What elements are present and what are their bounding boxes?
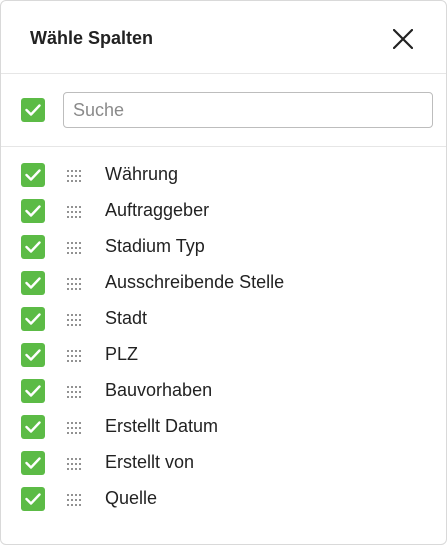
search-input[interactable] bbox=[63, 92, 433, 128]
close-button[interactable] bbox=[387, 23, 419, 55]
column-label: Stadt bbox=[105, 308, 148, 328]
column-checkbox[interactable] bbox=[21, 487, 45, 511]
column-label: Währung bbox=[105, 164, 179, 184]
drag-handle-icon[interactable] bbox=[67, 205, 83, 218]
column-chooser-dialog: Wähle Spalten Währung Auftraggeber Stadium… bbox=[0, 0, 447, 545]
drag-handle-icon[interactable] bbox=[67, 169, 83, 182]
drag-handle-icon[interactable] bbox=[67, 241, 83, 254]
column-checkbox[interactable] bbox=[21, 199, 45, 223]
column-label: Stadium Typ bbox=[105, 236, 205, 256]
column-item: Ausschreibende Stelle bbox=[1, 265, 446, 301]
drag-handle-icon[interactable] bbox=[67, 457, 83, 470]
column-checkbox[interactable] bbox=[21, 379, 45, 403]
column-label: Bauvorhaben bbox=[105, 380, 213, 400]
drag-handle-icon[interactable] bbox=[67, 277, 83, 290]
checkmark-icon bbox=[25, 385, 41, 397]
column-label: Quelle bbox=[105, 488, 158, 508]
column-checkbox[interactable] bbox=[21, 235, 45, 259]
column-item: PLZ bbox=[1, 337, 446, 373]
checkmark-icon bbox=[25, 313, 41, 325]
checkmark-icon bbox=[25, 169, 41, 181]
drag-handle-icon[interactable] bbox=[67, 349, 83, 362]
column-checkbox[interactable] bbox=[21, 163, 45, 187]
checkmark-icon bbox=[25, 241, 41, 253]
column-label: Erstellt von bbox=[105, 452, 195, 472]
column-item: Auftraggeber bbox=[1, 193, 446, 229]
column-item: Stadt bbox=[1, 301, 446, 337]
checkmark-icon bbox=[25, 421, 41, 433]
column-checkbox[interactable] bbox=[21, 271, 45, 295]
checkmark-icon bbox=[25, 349, 41, 361]
drag-handle-icon[interactable] bbox=[67, 493, 83, 506]
column-checkbox[interactable] bbox=[21, 343, 45, 367]
search-row bbox=[1, 75, 446, 147]
drag-handle-icon[interactable] bbox=[67, 385, 83, 398]
column-item: Quelle bbox=[1, 481, 446, 517]
dialog-title: Wähle Spalten bbox=[30, 28, 154, 48]
column-item: Bauvorhaben bbox=[1, 373, 446, 409]
column-item: Erstellt Datum bbox=[1, 409, 446, 445]
column-item: Erstellt von bbox=[1, 445, 446, 481]
dialog-header: Wähle Spalten bbox=[1, 1, 446, 74]
drag-handle-icon[interactable] bbox=[67, 313, 83, 326]
select-all-checkbox[interactable] bbox=[21, 98, 45, 122]
column-item: Währung bbox=[1, 157, 446, 193]
checkmark-icon bbox=[25, 205, 41, 217]
checkmark-icon bbox=[25, 104, 41, 116]
column-checkbox[interactable] bbox=[21, 451, 45, 475]
column-list: Währung Auftraggeber Stadium Typ Ausschreib… bbox=[1, 157, 446, 517]
checkmark-icon bbox=[25, 277, 41, 289]
close-icon bbox=[393, 29, 413, 49]
drag-handle-icon[interactable] bbox=[67, 421, 83, 434]
column-checkbox[interactable] bbox=[21, 307, 45, 331]
column-label: Ausschreibende Stelle bbox=[105, 272, 285, 292]
column-checkbox[interactable] bbox=[21, 415, 45, 439]
column-label: Auftraggeber bbox=[105, 200, 210, 220]
column-label: PLZ bbox=[105, 344, 139, 364]
checkmark-icon bbox=[25, 493, 41, 505]
checkmark-icon bbox=[25, 457, 41, 469]
column-label: Erstellt Datum bbox=[105, 416, 219, 436]
column-item: Stadium Typ bbox=[1, 229, 446, 265]
